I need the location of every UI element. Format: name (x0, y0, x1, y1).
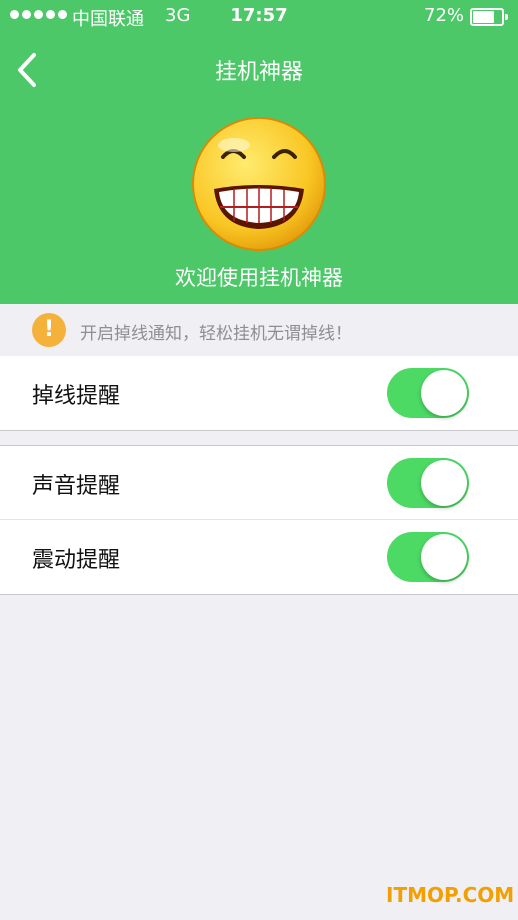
warning-icon: ! (32, 313, 66, 347)
disconnect-alert-toggle[interactable] (387, 368, 469, 418)
battery-icon (470, 8, 508, 26)
status-bar: 中国联通 3G 17:57 72% (0, 0, 518, 34)
setting-label: 掉线提醒 (32, 384, 121, 409)
setting-row-disconnect-alert: 掉线提醒 (0, 356, 518, 430)
notice-bar: ! 开启掉线通知，轻松挂机无谓掉线！ (0, 304, 518, 356)
battery-percent: 72% (424, 5, 465, 26)
vibration-alert-toggle[interactable] (387, 532, 469, 582)
watermark: ITMOP.COM (386, 883, 515, 907)
welcome-text: 欢迎使用挂机神器 (175, 266, 343, 290)
sound-alert-toggle[interactable] (387, 458, 469, 508)
divider (0, 430, 518, 431)
divider (0, 594, 518, 595)
setting-label: 声音提醒 (32, 474, 121, 499)
setting-row-sound-alert: 声音提醒 (0, 446, 518, 520)
setting-row-vibration-alert: 震动提醒 (0, 520, 518, 594)
grinning-face-icon (192, 117, 326, 251)
header: 中国联通 3G 17:57 72% 挂机神器 欢迎使用挂机神器 (0, 0, 518, 304)
setting-label: 震动提醒 (32, 548, 121, 573)
notice-text: 开启掉线通知，轻松挂机无谓掉线！ (80, 324, 352, 344)
page-title: 挂机神器 (214, 60, 303, 85)
